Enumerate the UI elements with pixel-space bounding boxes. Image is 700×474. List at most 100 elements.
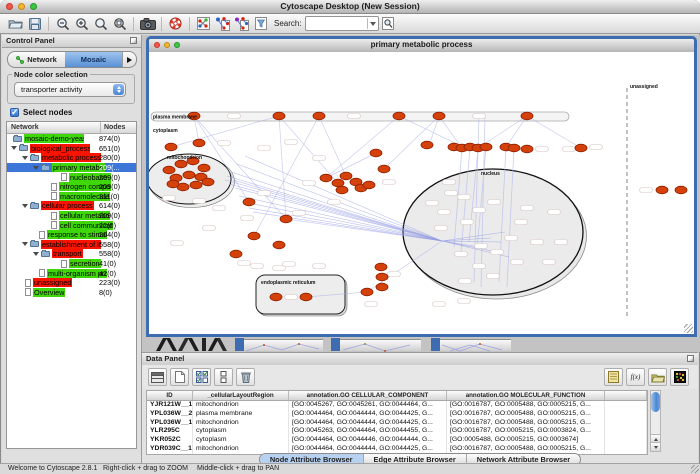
cell-id: YPL036W__2 xyxy=(147,410,193,419)
select-nodes-checkbox[interactable] xyxy=(10,108,19,117)
network-graph[interactable]: plasma membrane cytoplasm mitochondrion … xyxy=(149,52,694,334)
hidden-window-content xyxy=(244,339,323,351)
tree-row[interactable]: cellular metabo209(0) xyxy=(7,211,136,221)
save-session-button[interactable] xyxy=(25,15,44,32)
formula-builder-button[interactable]: f(x) xyxy=(626,368,645,386)
open-session-button[interactable] xyxy=(6,15,25,32)
window-resize-grip[interactable] xyxy=(684,324,693,333)
tree-row[interactable]: cellular process614(0) xyxy=(7,201,136,211)
expander-icon[interactable] xyxy=(33,166,39,170)
tree-row-count: 22(0) xyxy=(99,221,116,230)
import-attributes-button[interactable] xyxy=(648,368,667,386)
network-window-title: primary metabolic process xyxy=(149,40,694,49)
tree-row[interactable]: mosaic-demo-yeast874(0) xyxy=(7,134,136,144)
tab-mosaic[interactable]: Mosaic xyxy=(65,52,122,67)
vizmapper-node-button[interactable] xyxy=(213,15,232,32)
table-row[interactable]: YKR052Ccytoplasm[GO:0044464, GO:0044446,… xyxy=(147,436,647,445)
tree-row[interactable]: transport558(0) xyxy=(7,249,136,259)
tree-row-count: 8(0) xyxy=(99,288,112,297)
attribute-matrix-button[interactable] xyxy=(670,368,689,386)
network-canvas[interactable]: plasma membrane cytoplasm mitochondrion … xyxy=(149,52,694,334)
scroll-down-button[interactable] xyxy=(651,442,660,451)
fx-icon: f(x) xyxy=(631,373,641,381)
tree-row[interactable]: metabolic process280(0) xyxy=(7,153,136,163)
tree-row[interactable]: biological_process651(0) xyxy=(7,144,136,154)
vizmapper-edge-button[interactable] xyxy=(232,15,251,32)
folder-icon xyxy=(30,155,39,161)
search-dropdown-button[interactable] xyxy=(367,18,378,29)
tree-column-nodes[interactable]: Nodes xyxy=(101,122,136,133)
cell-region: mitochondrion xyxy=(193,401,289,410)
search-label: Search: xyxy=(274,19,302,28)
hidden-window-strip[interactable] xyxy=(331,338,421,351)
expander-icon[interactable] xyxy=(22,156,28,160)
snapshot-button[interactable] xyxy=(138,15,157,32)
column-header-molecular-function[interactable]: annotation.GO MOLECULAR_FUNCTION xyxy=(447,391,605,400)
folder-icon xyxy=(13,136,22,142)
expander-icon[interactable] xyxy=(22,204,28,208)
hidden-window-strip[interactable] xyxy=(235,338,323,351)
scrollbar-thumb[interactable] xyxy=(651,392,660,412)
float-panel-icon[interactable] xyxy=(687,355,694,362)
zoom-in-button[interactable] xyxy=(72,15,91,32)
more-tabs-button[interactable] xyxy=(122,52,136,67)
arrow-up-icon xyxy=(654,438,658,441)
tree-row[interactable]: Overview8(0) xyxy=(7,288,136,298)
search-box xyxy=(305,16,379,31)
float-panel-icon[interactable] xyxy=(130,37,137,44)
tree-row-count: 874(0) xyxy=(99,134,120,143)
help-button[interactable] xyxy=(166,15,185,32)
zoom-out-button[interactable] xyxy=(53,15,72,32)
file-icon xyxy=(51,192,57,200)
filter-edit-button[interactable] xyxy=(251,15,270,32)
hidden-window-strip[interactable] xyxy=(431,338,511,351)
expander-icon[interactable] xyxy=(22,242,28,246)
tab-network[interactable]: Network xyxy=(8,52,65,67)
table-row[interactable]: YJR121W__1mitochondrion[GO:0045267, GO:0… xyxy=(147,401,647,410)
column-header-id[interactable]: ID xyxy=(147,391,193,400)
region-nucleus[interactable] xyxy=(403,169,587,299)
attribute-editor-button[interactable] xyxy=(604,368,623,386)
tree-row-label: multi-organism pro xyxy=(47,269,107,278)
network-overview-button[interactable] xyxy=(194,15,213,32)
tree-row[interactable]: nucleobase-209(0) xyxy=(7,172,136,182)
tree-row[interactable]: establishment of lo558(0) xyxy=(7,240,136,250)
file-icon xyxy=(51,183,57,191)
select-all-attributes-button[interactable] xyxy=(192,368,211,386)
create-attribute-button[interactable] xyxy=(170,368,189,386)
table-scrollbar[interactable] xyxy=(650,390,661,452)
zoom-selected-button[interactable] xyxy=(91,15,110,32)
delete-attribute-button[interactable] xyxy=(236,368,255,386)
tree-column-network[interactable]: Network xyxy=(7,122,101,133)
expander-icon[interactable] xyxy=(11,146,17,150)
app-resize-grip[interactable] xyxy=(691,465,699,473)
advanced-search-button[interactable] xyxy=(379,15,398,32)
zoom-fit-button[interactable] xyxy=(110,15,129,32)
file-icon xyxy=(51,221,57,229)
tree-row[interactable]: unassigned223(0) xyxy=(7,278,136,288)
folder-icon xyxy=(30,241,39,247)
tree-row[interactable]: nitrogen compo209(0) xyxy=(7,182,136,192)
tree-row[interactable]: macromolecule311(0) xyxy=(7,192,136,202)
search-input[interactable] xyxy=(306,18,367,29)
network-window-titlebar[interactable]: primary metabolic process xyxy=(149,39,694,53)
attribute-select-button[interactable] xyxy=(148,368,167,386)
expander-icon[interactable] xyxy=(33,252,39,256)
endoplasmic-reticulum-label: endoplasmic reticulum xyxy=(261,280,316,286)
column-header-filler xyxy=(605,391,647,400)
column-header-region[interactable]: _cellularLayoutRegion xyxy=(193,391,289,400)
tree-row-count: 209(0) xyxy=(99,182,120,191)
table-row[interactable]: YPL036W__2plasma membrane[GO:0044464, GO… xyxy=(147,410,647,419)
column-header-cellular-component[interactable]: annotation.GO CELLULAR_COMPONENT xyxy=(289,391,447,400)
tree-row-selected[interactable]: primary metabo209(... xyxy=(7,163,136,173)
table-row[interactable]: YPL036W__1mitochondrion[GO:0044464, GO:0… xyxy=(147,419,647,428)
tree-row[interactable]: cell communicat22(0) xyxy=(7,220,136,230)
tree-row[interactable]: secretion41(0) xyxy=(7,259,136,269)
node-color-dropdown[interactable]: transporter activity xyxy=(14,82,126,97)
table-row[interactable]: YLR295Ccytoplasm[GO:0045263, GO:0044464,… xyxy=(147,427,647,436)
tree-row[interactable]: response to stimulu264(0) xyxy=(7,230,136,240)
main-toolbar: Search: xyxy=(0,14,700,34)
tree-row[interactable]: multi-organism pro42(0) xyxy=(7,268,136,278)
unselect-all-attributes-button[interactable] xyxy=(214,368,233,386)
select-nodes-label: Select nodes xyxy=(23,108,72,117)
